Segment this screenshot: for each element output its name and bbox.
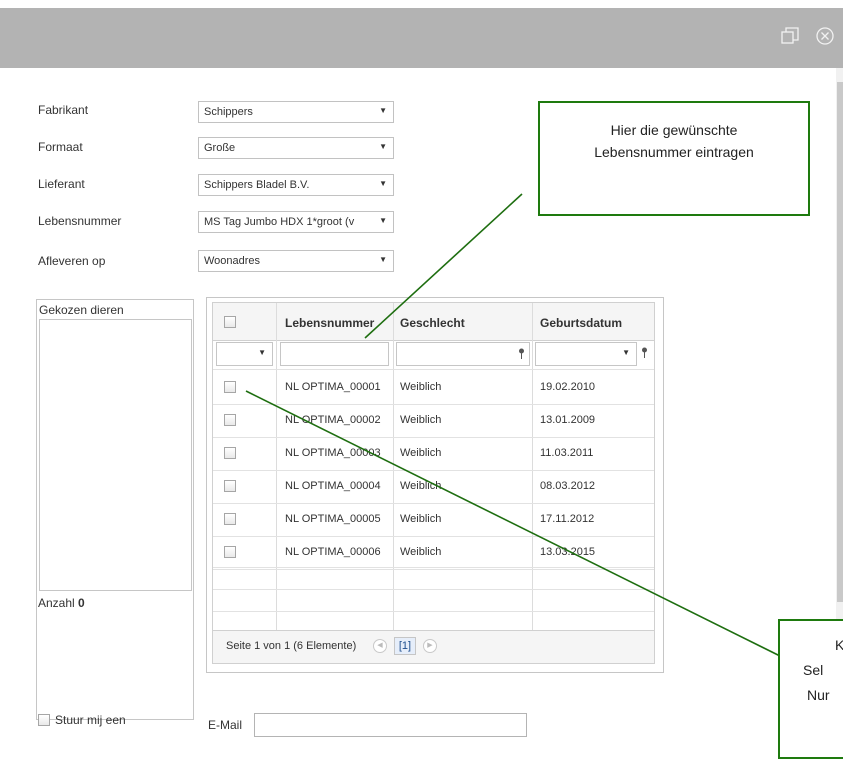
- annotation-line-top: [364, 193, 523, 339]
- callout-bottom: K Sel Nur: [778, 619, 843, 759]
- callout-bottom-line3: Nur: [807, 687, 830, 703]
- annotation-line-bottom: [245, 390, 781, 657]
- callout-top: Hier die gewünschte Lebensnummer eintrag…: [538, 101, 810, 216]
- callout-bottom-line2: Sel: [803, 662, 824, 678]
- callout-top-line1: Hier die gewünschte: [610, 122, 738, 138]
- callout-top-line2: Lebensnummer eintragen: [594, 144, 754, 160]
- callout-bottom-line1: K: [835, 637, 843, 653]
